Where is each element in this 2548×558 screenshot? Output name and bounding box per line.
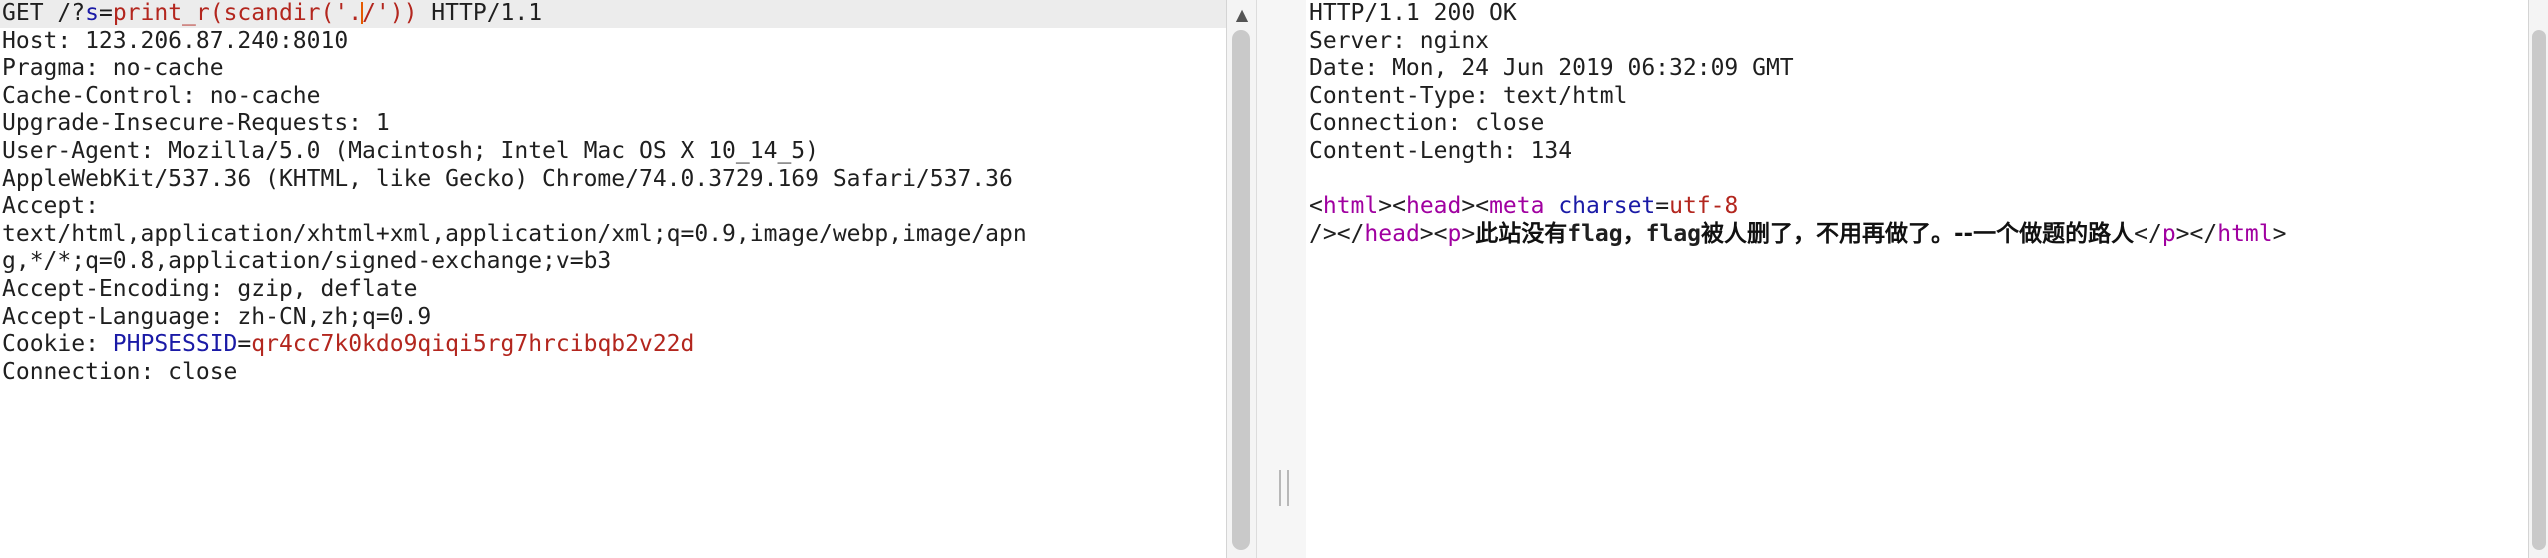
- request-pane[interactable]: GET /?s=print_r(scandir('./')) HTTP/1.1 …: [0, 0, 1226, 558]
- angle-bracket: >: [2272, 220, 2287, 247]
- angle-bracket: >: [1461, 193, 1476, 220]
- body-text-2: ，: [1622, 220, 1646, 247]
- response-header-line: HTTP/1.1 200 OK: [1309, 0, 1517, 26]
- tag-meta: meta: [1489, 193, 1545, 220]
- header-line: Accept-Language: zh-CN,zh;q=0.9: [2, 303, 432, 330]
- header-line: text/html,application/xhtml+xml,applicat…: [2, 220, 1027, 247]
- response-header-line: Date: Mon, 24 Jun 2019 06:32:09 GMT: [1309, 55, 1794, 82]
- response-header-line: Content-Type: text/html: [1309, 82, 1628, 109]
- angle-bracket: >: [1378, 193, 1393, 220]
- cookie-value: qr4cc7k0kdo9qiqi5rg7hrcibqb2v22d: [251, 331, 695, 358]
- angle-bracket: >: [2175, 220, 2190, 247]
- cookie-line: Cookie: PHPSESSID=qr4cc7k0kdo9qiqi5rg7hr…: [0, 331, 1226, 359]
- cookie-name: PHPSESSID: [112, 331, 238, 358]
- query-param-value-a: print_r(scandir('.: [112, 0, 363, 26]
- header-line: g,*/*;q=0.8,application/signed-exchange;…: [2, 248, 612, 275]
- request-editor[interactable]: GET /?s=print_r(scandir('./')) HTTP/1.1 …: [0, 0, 1226, 558]
- body-flag-1: flag: [1567, 220, 1623, 247]
- header-line: Accept:: [2, 193, 99, 220]
- response-pane[interactable]: HTTP/1.1 200 OK Server: nginx Date: Mon,…: [1306, 0, 2528, 558]
- attr-charset: charset: [1558, 193, 1656, 220]
- query-eq: =: [98, 0, 113, 26]
- self-close: />: [1309, 220, 1337, 247]
- body-text-3: 被人删了，不用再做了。--一个做题的路人: [1701, 220, 2135, 247]
- request-method: GET /?: [2, 0, 86, 26]
- header-line: Upgrade-Insecure-Requests: 1: [2, 110, 390, 137]
- angle-bracket: </: [2134, 220, 2162, 247]
- tag-head-close: head: [1364, 220, 1420, 247]
- attr-eq: =: [1655, 193, 1670, 220]
- header-line: Accept-Encoding: gzip, deflate: [2, 275, 418, 302]
- angle-bracket: >: [1461, 220, 1476, 247]
- query-param-name: s: [85, 0, 99, 26]
- angle-bracket: <: [1309, 193, 1323, 220]
- response-scrollbar[interactable]: [2528, 0, 2548, 558]
- request-protocol: HTTP/1.1: [417, 0, 543, 26]
- tag-head: head: [1405, 193, 1462, 220]
- scroll-up-arrow-icon[interactable]: ▲: [1227, 6, 1257, 24]
- response-header-line: Content-Length: 134: [1309, 137, 1573, 164]
- tag-p-close: p: [2161, 220, 2176, 247]
- header-line: Pragma: no-cache: [2, 55, 224, 82]
- header-line: Connection: close: [2, 358, 238, 385]
- request-line: GET /?s=print_r(scandir('./')) HTTP/1.1: [0, 0, 1226, 28]
- angle-bracket: >: [1419, 220, 1434, 247]
- body-line-2: /></head><p>此站没有flag，flag被人删了，不用再做了。--一个…: [1306, 221, 2528, 249]
- tag-p: p: [1447, 220, 1462, 247]
- pane-splitter[interactable]: [1256, 0, 1308, 558]
- header-line: User-Agent: Mozilla/5.0 (Macintosh; Inte…: [2, 137, 819, 164]
- angle-bracket: </: [2189, 220, 2218, 247]
- cookie-label: Cookie:: [2, 331, 113, 358]
- body-flag-2: flag: [1645, 220, 1702, 247]
- response-scroll-thumb[interactable]: [2532, 30, 2546, 550]
- header-line: AppleWebKit/537.36 (KHTML, like Gecko) C…: [2, 165, 1013, 192]
- response-header-line: Connection: close: [1309, 110, 1545, 137]
- body-line-1: <html><head><meta charset=utf-8: [1306, 193, 2528, 221]
- response-header-line: Server: nginx: [1309, 27, 1490, 54]
- angle-bracket: </: [1336, 220, 1365, 247]
- response-editor[interactable]: HTTP/1.1 200 OK Server: nginx Date: Mon,…: [1306, 0, 2528, 558]
- attr-charset-value: utf-8: [1669, 193, 1739, 220]
- header-line: Host: 123.206.87.240:8010: [2, 27, 349, 54]
- query-param-value-b: /')): [362, 0, 418, 26]
- tag-html: html: [1322, 193, 1379, 220]
- splitter-grip-icon[interactable]: [1279, 470, 1289, 506]
- header-line: Cache-Control: no-cache: [2, 82, 321, 109]
- tag-html-close: html: [2217, 220, 2273, 247]
- request-scrollbar[interactable]: ▲: [1226, 0, 1258, 558]
- cookie-eq: =: [237, 331, 252, 358]
- body-text-1: 此站没有: [1475, 220, 1568, 247]
- angle-bracket: <: [1392, 193, 1406, 220]
- request-scroll-thumb[interactable]: [1232, 30, 1250, 550]
- angle-bracket: <: [1433, 220, 1448, 247]
- angle-bracket: <: [1475, 193, 1490, 220]
- http-viewer: GET /?s=print_r(scandir('./')) HTTP/1.1 …: [0, 0, 2548, 558]
